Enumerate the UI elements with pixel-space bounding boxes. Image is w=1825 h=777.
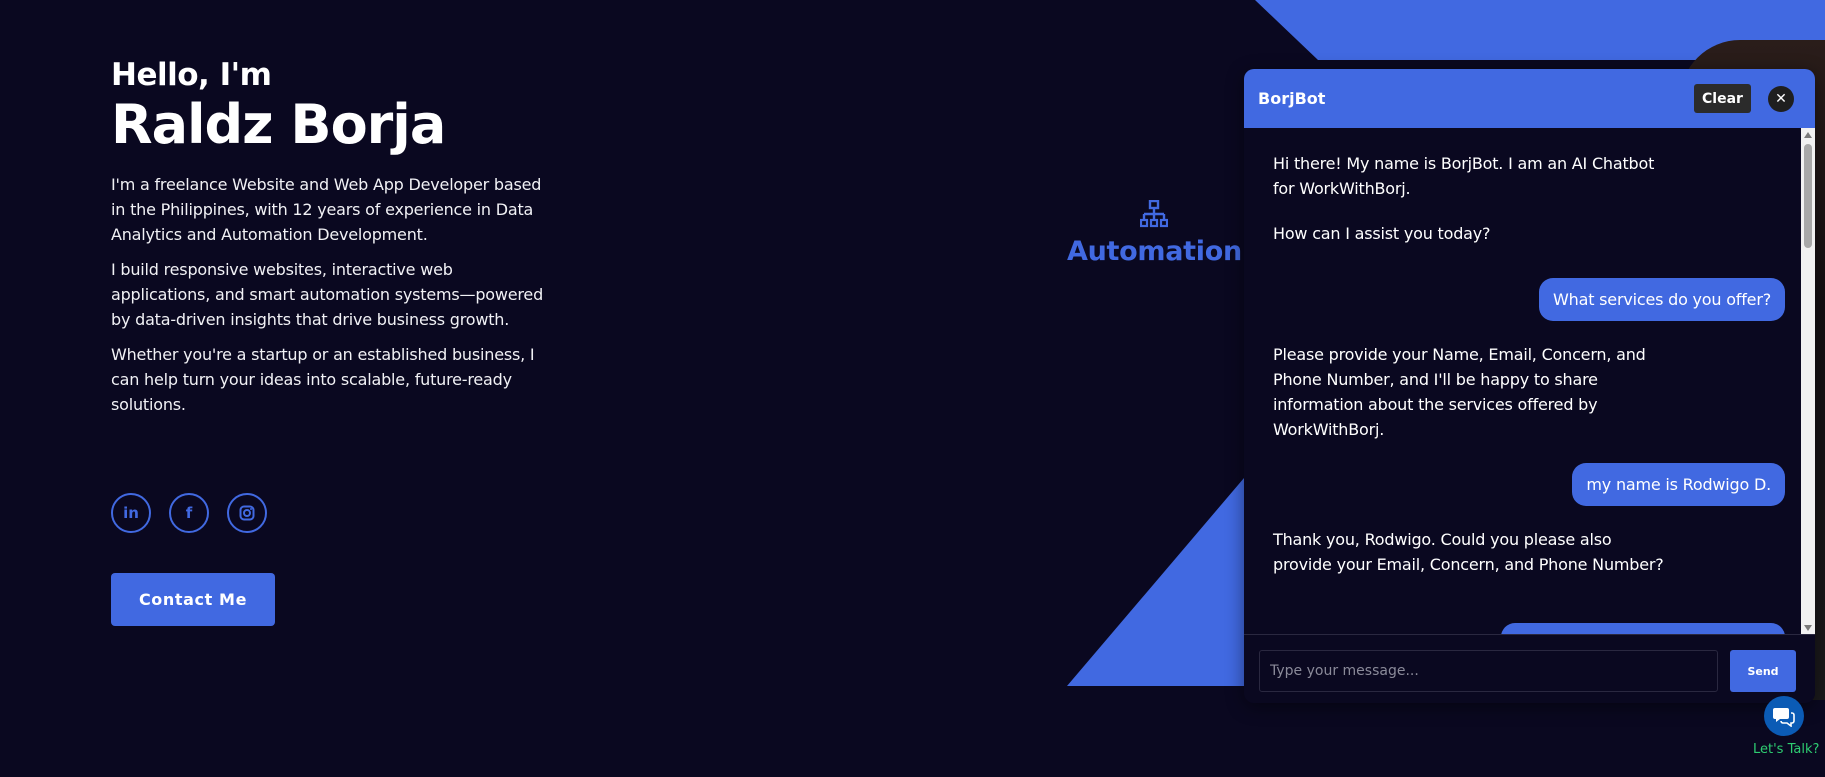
chat-scrollbar[interactable] [1801,128,1815,635]
instagram-icon[interactable] [227,493,267,533]
hero-paragraph: I'm a freelance Website and Web App Deve… [111,175,542,244]
scroll-up-arrow-icon[interactable] [1804,132,1812,138]
message-list[interactable]: Hi there! My name is BorjBot. I am an AI… [1244,128,1801,635]
hero-name: Raldz Borja [111,93,446,156]
chatbot-window: BorjBot Clear ✕ Hi there! My name is Bor… [1244,69,1815,703]
facebook-icon[interactable]: f [169,493,209,533]
lets-talk-label[interactable]: Let's Talk? [1753,742,1819,757]
chat-title: BorjBot [1258,89,1326,108]
social-links: in f [111,493,267,533]
user-message: my name is Rodwigo D. [1572,463,1785,506]
chat-input-bar: Send [1244,634,1815,703]
contact-me-button[interactable]: Contact Me [111,573,275,626]
scrollbar-thumb[interactable] [1804,144,1812,248]
chat-bubbles-icon [1773,708,1795,727]
chat-launcher-button[interactable] [1764,696,1804,736]
automation-label: Automation [1067,236,1242,267]
bot-message: Thank you, Rodwigo. Could you please als… [1273,530,1664,574]
linkedin-icon[interactable]: in [111,493,151,533]
scroll-down-arrow-icon[interactable] [1804,625,1812,631]
send-button[interactable]: Send [1730,650,1796,692]
hero-greeting: Hello, I'm [111,57,272,93]
chat-body: Hi there! My name is BorjBot. I am an AI… [1244,128,1815,703]
hero-paragraph: Whether you're a startup or an establish… [111,345,535,414]
instagram-glyph [239,505,255,521]
automation-badge: Automation [1067,199,1242,267]
hero-paragraph: I build responsive websites, interactive… [111,260,544,329]
bot-message: Please provide your Name, Email, Concern… [1273,345,1646,439]
bot-message: Hi there! My name is BorjBot. I am an AI… [1273,154,1655,198]
close-icon[interactable]: ✕ [1768,86,1794,112]
network-hierarchy-icon [1140,199,1169,228]
user-message: What services do you offer? [1539,278,1785,321]
chat-message-input[interactable] [1259,650,1718,692]
bot-message: How can I assist you today? [1273,224,1491,243]
chat-header: BorjBot Clear ✕ [1244,69,1815,128]
clear-chat-button[interactable]: Clear [1694,84,1751,113]
hero-section: Hello, I'm Raldz Borja I'm a freelance W… [111,56,551,427]
